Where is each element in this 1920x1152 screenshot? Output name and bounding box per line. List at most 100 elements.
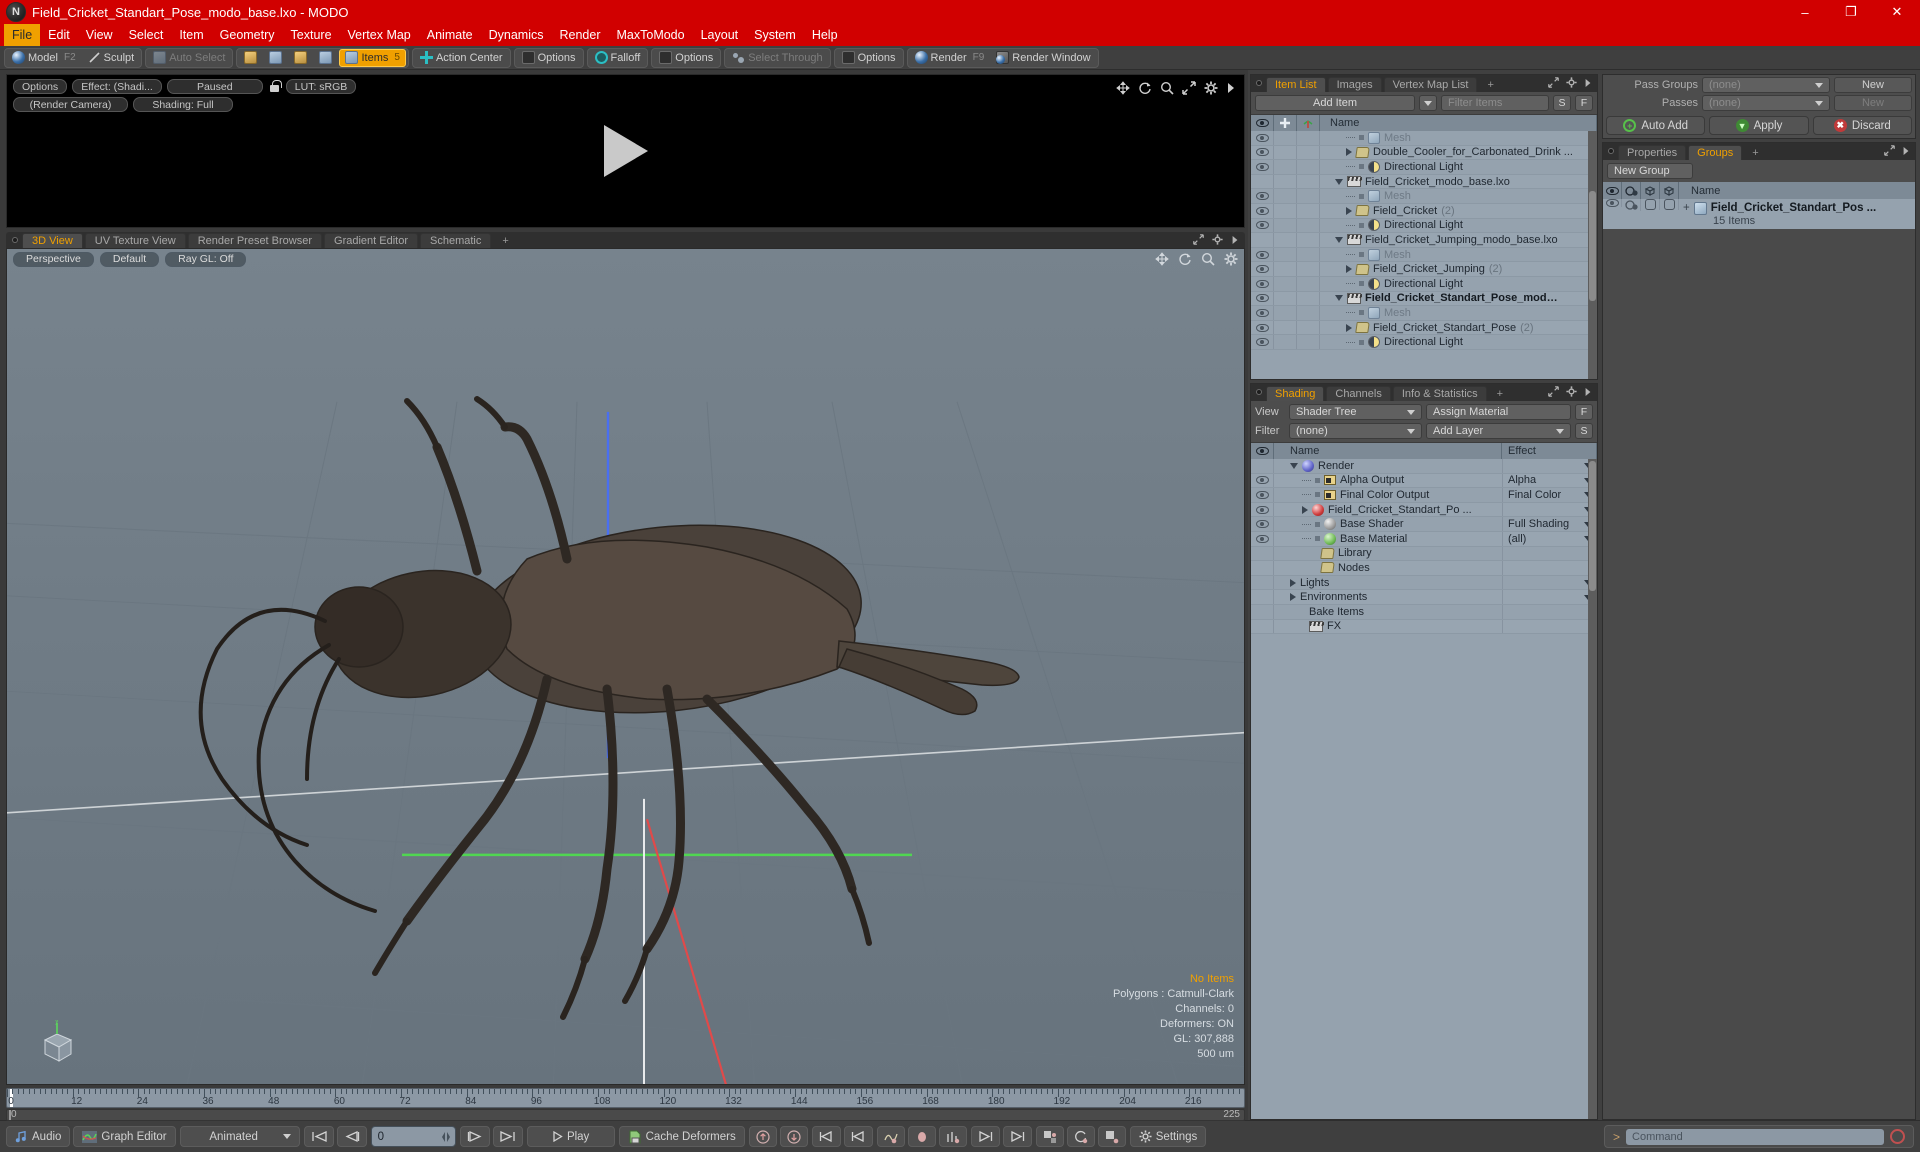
table-row[interactable]: Directional Light [1251, 160, 1597, 175]
viewport-settings-icon[interactable] [1224, 252, 1238, 266]
item-list-gear-icon[interactable] [1566, 77, 1577, 88]
add-key-button[interactable] [876, 1126, 905, 1147]
shading-s-button[interactable]: S [1575, 423, 1593, 439]
collapse-arrow-icon[interactable] [1335, 236, 1343, 243]
shader-tree-dropdown[interactable]: Shader Tree [1289, 404, 1423, 420]
tab-gradient-editor[interactable]: Gradient Editor [324, 233, 418, 248]
menu-select[interactable]: Select [121, 24, 172, 46]
lock-cell[interactable] [1274, 320, 1297, 335]
viewport-rotate-icon[interactable] [1178, 252, 1192, 266]
lock-cell[interactable] [1274, 276, 1297, 291]
tab-uv-texture-view[interactable]: UV Texture View [84, 233, 186, 248]
table-row[interactable]: Field_Cricket_Standart_Pose_mod… [1251, 291, 1597, 307]
menu-system[interactable]: System [746, 24, 804, 46]
audio-button[interactable]: Audio [6, 1126, 71, 1147]
viewport-zoom-icon[interactable] [1201, 252, 1215, 266]
preview-effect-button[interactable]: Effect: (Shadi... [72, 79, 162, 94]
tab-add-shading[interactable]: + [1489, 387, 1511, 401]
viewport-expand-icon[interactable] [1193, 234, 1204, 245]
lock-cell[interactable] [1274, 247, 1297, 262]
ray-gl-button[interactable]: Ray GL: Off [165, 251, 247, 267]
table-row[interactable]: Mesh [1251, 247, 1597, 263]
tab-shading[interactable]: Shading [1266, 386, 1325, 401]
gear-icon[interactable] [1204, 81, 1218, 95]
table-row[interactable]: Nodes [1251, 561, 1597, 576]
table-row[interactable]: Field_Cricket_Standart_Po ... [1251, 502, 1597, 518]
viewport-gear-icon[interactable] [1212, 234, 1223, 245]
discard-button[interactable]: ✖ Discard [1812, 116, 1912, 135]
lock-cell[interactable] [1274, 189, 1297, 203]
table-row[interactable]: Environments [1251, 590, 1597, 605]
record-macro-icon[interactable] [1890, 1129, 1905, 1144]
preview-camera-button[interactable]: (Render Camera) [13, 97, 128, 112]
effect-cell[interactable] [1502, 546, 1597, 561]
shading-list-body[interactable]: Render Alpha Output Alpha Final Color Outpu… [1251, 459, 1597, 1119]
visibility-toggle[interactable] [1251, 160, 1274, 174]
pass-groups-dropdown[interactable]: (none) [1702, 77, 1830, 93]
action-center-options-button[interactable]: Options [517, 49, 581, 67]
menu-render[interactable]: Render [552, 24, 609, 46]
lock-cell[interactable] [1274, 160, 1297, 174]
table-row[interactable]: Base Shader Full Shading [1251, 517, 1597, 532]
visibility-toggle[interactable] [1251, 291, 1274, 306]
transform-cell[interactable] [1297, 276, 1320, 291]
table-row[interactable]: Field_Cricket_modo_base.lxo [1251, 174, 1597, 190]
visibility-toggle[interactable] [1251, 262, 1274, 276]
last-frame-button[interactable] [492, 1126, 523, 1147]
table-row[interactable]: Field_Cricket_Jumping (2) [1251, 262, 1597, 277]
shading-filter-dropdown[interactable]: (none) [1289, 423, 1423, 439]
collapse-arrow-icon[interactable] [1335, 295, 1343, 302]
passes-dropdown[interactable]: (none) [1702, 95, 1830, 111]
move-icon[interactable] [1116, 81, 1130, 95]
key-set-button[interactable] [1035, 1126, 1064, 1147]
expand-arrow-icon[interactable] [1346, 206, 1352, 215]
step-forward-button[interactable] [970, 1126, 1000, 1147]
lock-cell[interactable] [1274, 174, 1297, 189]
table-row[interactable]: Alpha Output Alpha [1251, 473, 1597, 489]
graph-editor-button[interactable]: Graph Editor [73, 1126, 176, 1147]
table-row[interactable]: Directional Light [1251, 335, 1597, 350]
expand-icon[interactable] [1182, 81, 1196, 95]
menu-maxtomodo[interactable]: MaxToModo [609, 24, 693, 46]
visibility-toggle[interactable] [1251, 517, 1274, 531]
play-triangle-icon[interactable] [603, 125, 648, 177]
preview-paused-button[interactable]: Paused [166, 79, 263, 94]
table-row[interactable]: Field_Cricket (2) [1251, 203, 1597, 219]
item-list-expand-icon[interactable] [1548, 77, 1559, 88]
expand-arrow-icon[interactable] [1346, 265, 1352, 274]
maximize-button[interactable]: ❐ [1828, 0, 1874, 24]
expand-arrow-icon[interactable] [1346, 323, 1352, 332]
animated-dropdown[interactable]: Animated [179, 1126, 300, 1147]
shading-f-button[interactable]: F [1575, 404, 1593, 420]
group-select-toggle[interactable] [1641, 199, 1660, 210]
table-row[interactable]: Bake Items [1251, 604, 1597, 620]
lock-icon[interactable] [268, 80, 282, 93]
expand-arrow-icon[interactable] [1302, 505, 1308, 514]
transform-cell[interactable] [1297, 233, 1320, 247]
table-row[interactable]: Mesh [1251, 306, 1597, 321]
transform-cell[interactable] [1297, 160, 1320, 174]
transform-cell[interactable] [1297, 306, 1320, 320]
new-group-button[interactable]: New Group [1607, 163, 1693, 179]
preview-options-button[interactable]: Options [13, 79, 68, 94]
play-button[interactable]: Play [526, 1126, 615, 1147]
viewport-preset-button[interactable]: Default [99, 251, 160, 267]
visibility-toggle[interactable] [1251, 276, 1274, 291]
effect-cell[interactable] [1502, 590, 1597, 604]
key-up-button[interactable] [748, 1126, 777, 1147]
shading-scrollbar[interactable] [1588, 459, 1597, 1119]
collapse-arrow-icon[interactable] [1335, 178, 1343, 185]
groups-list-body[interactable]: + Field_Cricket_Standart_Pos ... 15 Item… [1603, 199, 1915, 1119]
key-ellipse-button[interactable] [907, 1126, 936, 1147]
lock-cell[interactable] [1274, 335, 1297, 349]
axis-gizmo[interactable]: y [37, 1020, 83, 1066]
visibility-toggle[interactable] [1251, 189, 1274, 203]
visibility-toggle[interactable] [1251, 203, 1274, 218]
add-item-dropdown[interactable] [1419, 95, 1437, 111]
effect-cell[interactable] [1502, 619, 1597, 634]
viewport-move-icon[interactable] [1155, 252, 1169, 266]
projection-button[interactable]: Perspective [13, 251, 94, 267]
new-pass-button[interactable]: New [1834, 95, 1912, 111]
minimize-button[interactable]: – [1782, 0, 1828, 24]
effect-cell[interactable] [1502, 575, 1597, 590]
